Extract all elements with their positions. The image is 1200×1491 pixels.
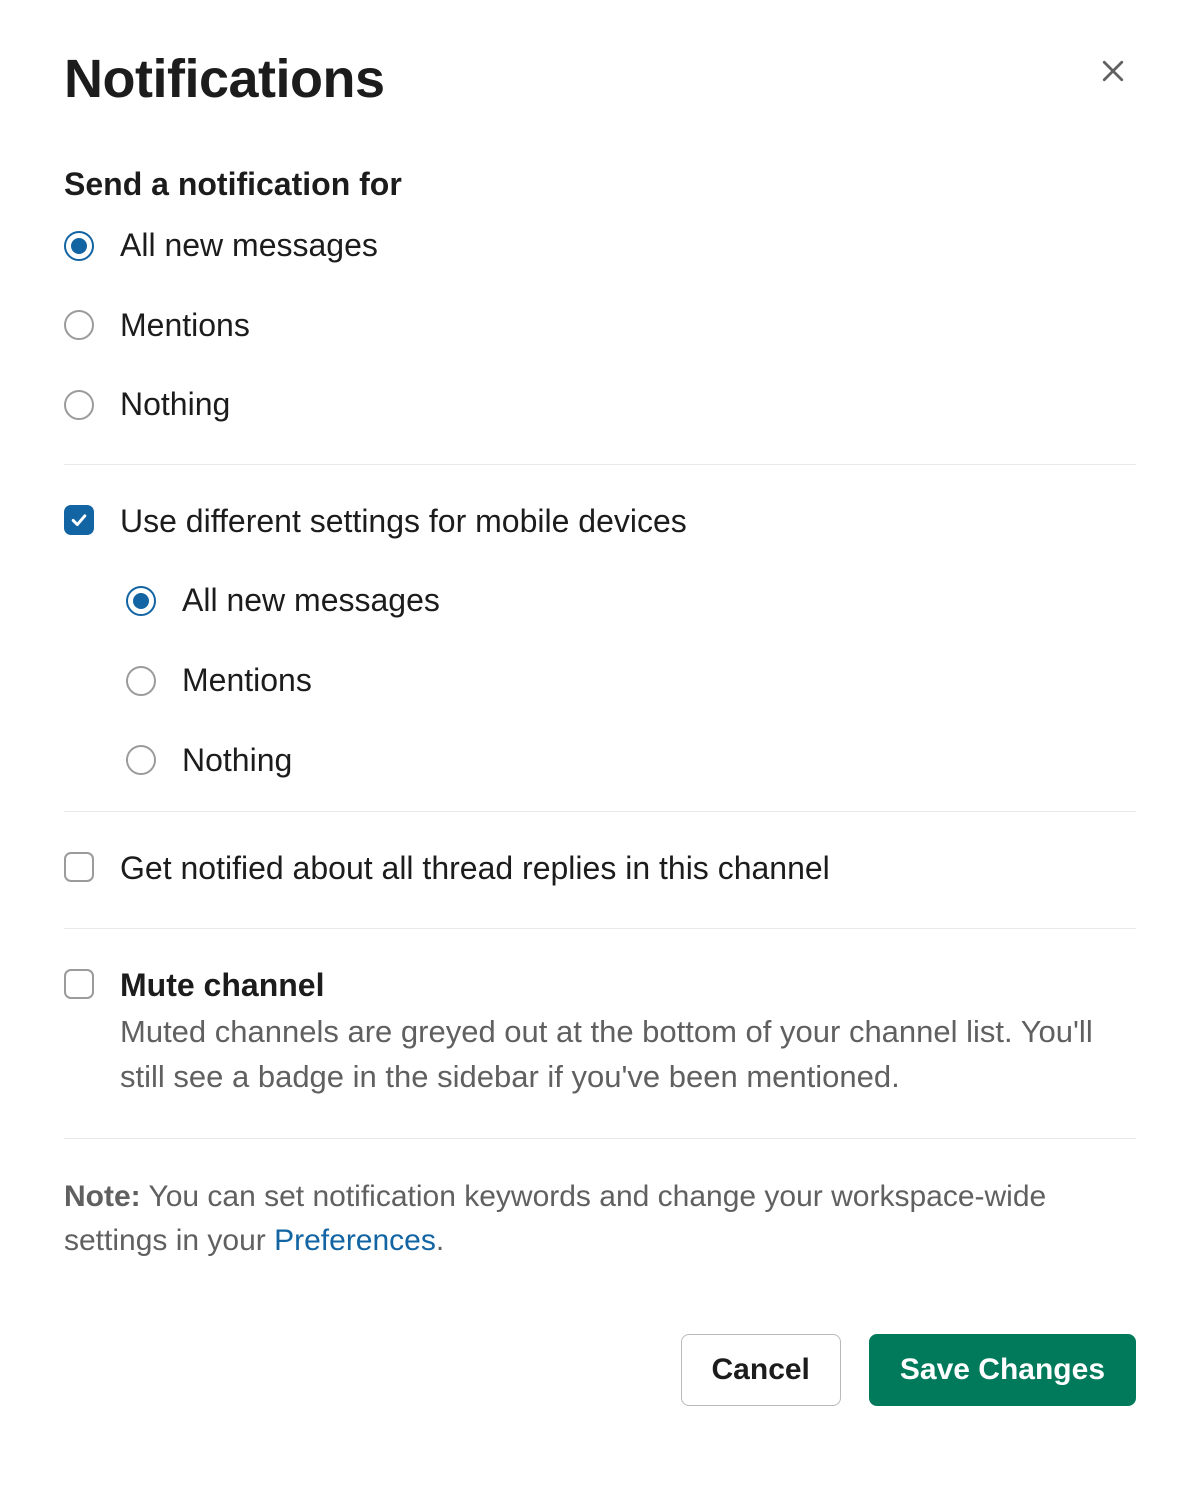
save-changes-button[interactable]: Save Changes bbox=[869, 1334, 1136, 1406]
mute-channel-row[interactable]: Mute channel Muted channels are greyed o… bbox=[64, 965, 1136, 1100]
preferences-link[interactable]: Preferences bbox=[274, 1224, 436, 1257]
mobile-radio-all[interactable] bbox=[126, 586, 156, 616]
checkbox-label-mobile: Use different settings for mobile device… bbox=[120, 501, 687, 543]
divider bbox=[64, 464, 1136, 465]
checkbox-mobile-settings[interactable] bbox=[64, 505, 94, 535]
mobile-options-group: All new messages Mentions Nothing bbox=[126, 580, 1136, 781]
checkbox-label-thread-replies: Get notified about all thread replies in… bbox=[120, 848, 830, 890]
divider bbox=[64, 1138, 1136, 1139]
divider bbox=[64, 928, 1136, 929]
mobile-radio-row-all[interactable]: All new messages bbox=[126, 580, 1136, 622]
note-bold: Note: bbox=[64, 1180, 141, 1213]
checkbox-mute-channel[interactable] bbox=[64, 969, 94, 999]
close-icon bbox=[1098, 56, 1128, 86]
mobile-radio-row-nothing[interactable]: Nothing bbox=[126, 740, 1136, 782]
radio-label-nothing: Nothing bbox=[120, 384, 230, 426]
cancel-button[interactable]: Cancel bbox=[681, 1334, 841, 1406]
mobile-radio-mentions[interactable] bbox=[126, 666, 156, 696]
radio-row-all[interactable]: All new messages bbox=[64, 225, 1136, 267]
mobile-radio-label-mentions: Mentions bbox=[182, 660, 312, 702]
thread-replies-row[interactable]: Get notified about all thread replies in… bbox=[64, 848, 1136, 890]
modal-header: Notifications bbox=[64, 48, 1136, 110]
radio-mentions[interactable] bbox=[64, 310, 94, 340]
mobile-radio-nothing[interactable] bbox=[126, 745, 156, 775]
notifications-modal: Notifications Send a notification for Al… bbox=[0, 0, 1200, 1491]
close-button[interactable] bbox=[1090, 48, 1136, 94]
checkbox-thread-replies[interactable] bbox=[64, 852, 94, 882]
radio-all-new-messages[interactable] bbox=[64, 231, 94, 261]
footer-note: Note: You can set notification keywords … bbox=[64, 1175, 1136, 1262]
send-notification-heading: Send a notification for bbox=[64, 166, 1136, 203]
mute-text-group: Mute channel Muted channels are greyed o… bbox=[120, 965, 1136, 1100]
radio-nothing[interactable] bbox=[64, 390, 94, 420]
divider bbox=[64, 811, 1136, 812]
note-text-before: You can set notification keywords and ch… bbox=[64, 1180, 1046, 1257]
mobile-radio-label-nothing: Nothing bbox=[182, 740, 292, 782]
radio-label-mentions: Mentions bbox=[120, 305, 250, 347]
radio-label-all: All new messages bbox=[120, 225, 378, 267]
mute-label: Mute channel bbox=[120, 965, 1136, 1007]
button-row: Cancel Save Changes bbox=[64, 1334, 1136, 1406]
mute-description: Muted channels are greyed out at the bot… bbox=[120, 1010, 1136, 1100]
mobile-radio-row-mentions[interactable]: Mentions bbox=[126, 660, 1136, 702]
radio-row-nothing[interactable]: Nothing bbox=[64, 384, 1136, 426]
mobile-settings-row[interactable]: Use different settings for mobile device… bbox=[64, 501, 1136, 543]
note-text-after: . bbox=[436, 1224, 444, 1257]
radio-row-mentions[interactable]: Mentions bbox=[64, 305, 1136, 347]
check-icon bbox=[69, 510, 89, 530]
mobile-radio-label-all: All new messages bbox=[182, 580, 440, 622]
modal-title: Notifications bbox=[64, 48, 385, 110]
